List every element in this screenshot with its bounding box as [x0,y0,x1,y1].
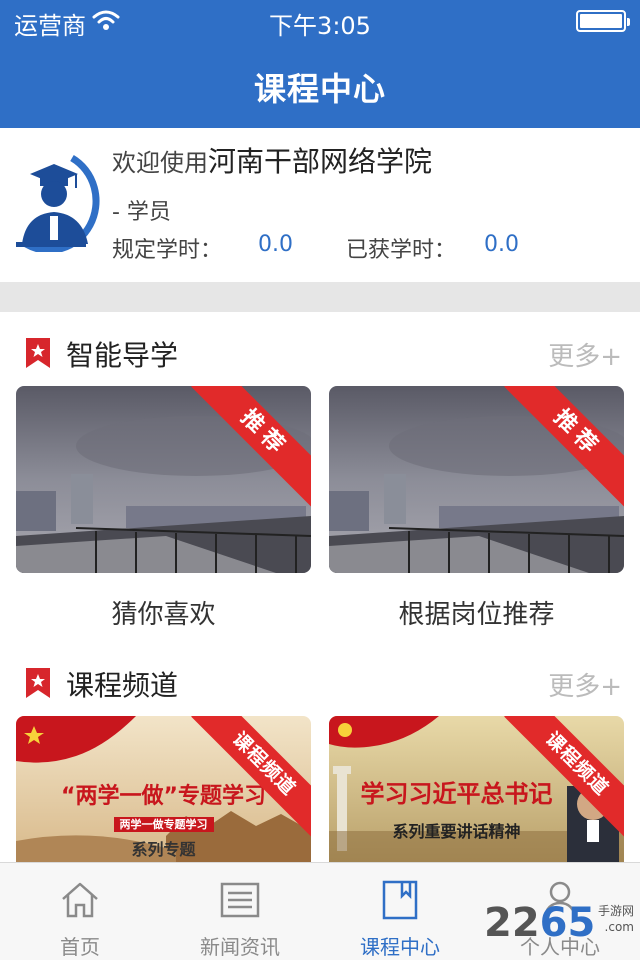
page-title: 课程中心 [253,70,386,108]
tab-home[interactable]: 首页 [0,863,160,960]
welcome-text: 欢迎使用河南干部网络学院 [112,140,432,180]
book-icon [382,880,418,920]
card-label[interactable]: 猜你喜欢 [16,594,311,631]
course-card-image[interactable]: 推荐 [16,386,311,573]
watermark-sub: 手游网 [597,904,634,918]
section-title: 智能导学 [66,339,179,372]
home-icon [62,882,98,918]
tab-news[interactable]: 新闻资讯 [160,863,320,960]
earned-hours-value: 0.0 [484,232,519,257]
more-link[interactable]: 更多+ [548,336,622,373]
tab-label: 首页 [60,935,100,959]
more-link[interactable]: 更多+ [548,666,622,703]
bookmark-icon [26,668,50,698]
banner-small-caption: 两学一做专题学习 [16,816,311,832]
watermark-logo: 2265 [484,900,596,946]
graduate-avatar-icon [16,154,100,252]
section-header-smart-guide: 智能导学 更多+ [0,320,640,380]
section-divider [0,282,640,312]
section-header-course-channel: 课程频道 更多+ [0,650,640,710]
tab-label: 新闻资讯 [200,935,280,959]
banner-subtitle: 系列专题 [131,840,196,859]
earned-hours-label: 已获学时： [346,238,457,263]
welcome-prefix: 欢迎使用 [112,149,208,177]
school-name: 河南干部网络学院 [208,145,433,178]
section-title: 课程频道 [66,669,179,702]
required-hours-label: 规定学时： [112,238,223,263]
channel-card-image[interactable]: 学习习近平总书记 系列重要讲话精神 课程频道 [329,716,624,862]
tab-course-center[interactable]: 课程中心 [320,863,480,960]
site-watermark: 2265 手游网 .com [484,900,634,950]
status-bar: 运营商 下午3:05 [0,0,640,40]
course-card-image[interactable]: 推荐 [329,386,624,573]
tab-label: 课程中心 [360,935,440,959]
user-role: - 学员 [112,200,171,225]
banner-subtitle: 系列重要讲话精神 [392,822,521,841]
channel-card-image[interactable]: “两学一做”专题学习 两学一做专题学习 系列专题 课程频道 [16,716,311,862]
study-hours-row: 规定学时： 0.0 已获学时： 0.0 [112,232,632,263]
watermark-url: .com [604,920,634,934]
card-label[interactable]: 根据岗位推荐 [329,594,624,631]
required-hours-value: 0.0 [258,232,293,257]
bookmark-icon [26,338,50,368]
status-time: 下午3:05 [269,12,371,40]
banner-title: 学习习近平总书记 [360,780,553,808]
news-icon [220,882,260,918]
profile-card: 欢迎使用河南干部网络学院 - 学员 规定学时： 0.0 已获学时： 0.0 [0,128,640,282]
battery-icon [576,10,630,32]
header: 运营商 下午3:05 课程中心 [0,0,640,128]
